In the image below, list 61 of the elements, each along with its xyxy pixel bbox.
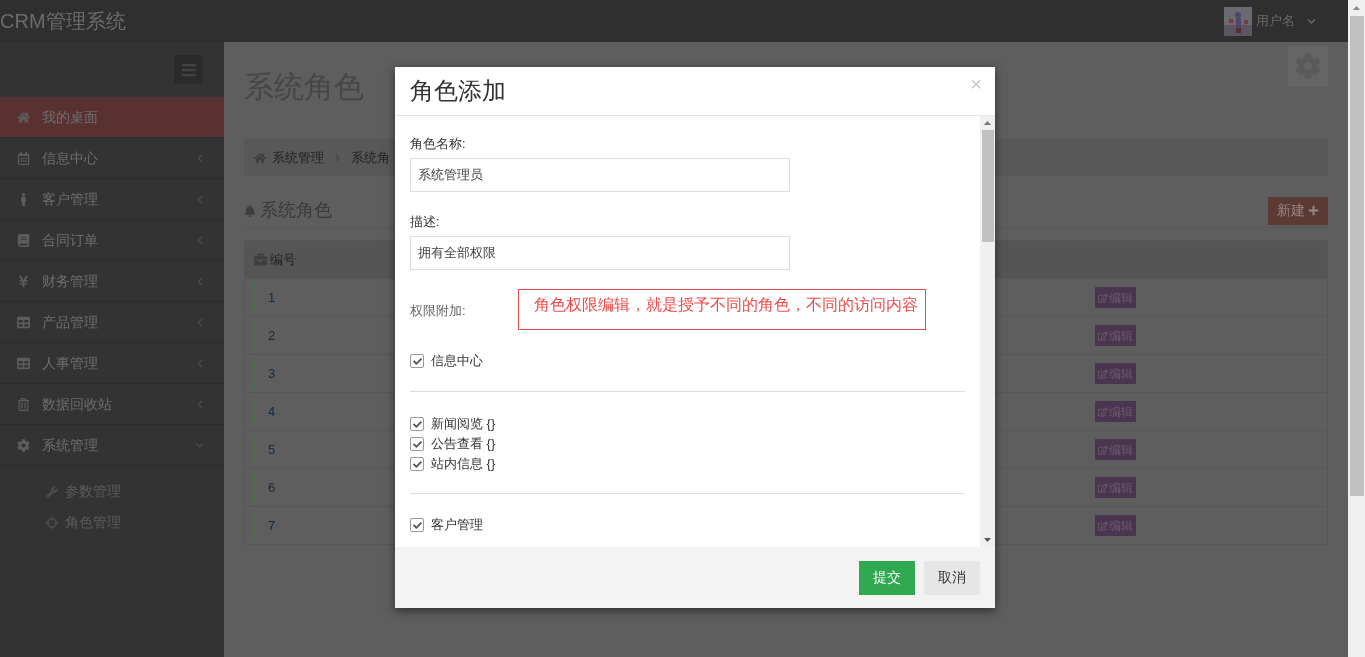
book-icon — [17, 233, 30, 247]
field-label: 描述: — [410, 213, 441, 231]
checkbox-label: 客户管理 — [431, 516, 483, 535]
briefcase-icon — [254, 253, 267, 266]
edit-icon — [1098, 520, 1109, 531]
gear-icon — [17, 438, 30, 452]
menu-icon — [180, 61, 197, 78]
checkbox-label: 公告查看 {} — [431, 435, 496, 454]
table-cell-text: 2 — [268, 326, 276, 345]
brand-title: CRM管理系统 — [0, 9, 126, 34]
checkbox[interactable] — [410, 354, 424, 368]
checkbox[interactable] — [410, 518, 424, 532]
plus-icon — [1308, 205, 1319, 216]
sidebar-item[interactable]: 我的桌面 — [0, 97, 224, 138]
home-icon — [17, 110, 30, 124]
field-label: 权限附加: — [410, 302, 467, 321]
user-menu[interactable]: 用户名 — [1224, 6, 1316, 36]
edit-icon — [1098, 330, 1109, 341]
dialog-title: 角色添加 — [410, 76, 506, 106]
field-label: 角色名称: — [410, 135, 467, 153]
chevron-down-icon — [1307, 16, 1316, 26]
table-cell-text: 5 — [268, 440, 276, 459]
table-cell-text: 7 — [268, 516, 276, 535]
table-cell-text: 4 — [268, 402, 276, 421]
scroll-down-icon[interactable] — [984, 538, 991, 542]
grid-icon — [17, 315, 30, 329]
close-button[interactable]: × — [970, 74, 982, 94]
edit-icon — [1098, 482, 1109, 493]
grid-icon — [17, 356, 30, 370]
bell-icon — [244, 204, 256, 217]
edit-icon — [1098, 368, 1109, 379]
input-field[interactable]: 系统管理员 — [410, 158, 790, 192]
table-cell-text: 3 — [268, 364, 276, 383]
checkbox-label: 站内信息 {} — [431, 455, 496, 474]
wrench-icon — [46, 485, 58, 498]
checkbox[interactable] — [410, 457, 424, 471]
new-button[interactable]: 新建 — [1268, 196, 1328, 225]
checkbox[interactable] — [410, 417, 424, 431]
trash-icon — [17, 397, 30, 411]
home-icon — [254, 151, 266, 164]
scrollbar-thumb[interactable] — [1349, 16, 1364, 496]
edit-icon — [1098, 444, 1109, 455]
menu-toggle-button[interactable] — [174, 55, 203, 84]
calendar-icon — [17, 151, 30, 165]
edit-icon — [1098, 406, 1109, 417]
checkbox-label: 信息中心 — [431, 352, 483, 371]
annotation-box: 角色权限编辑，就是授予不同的角色，不同的访问内容 — [518, 288, 926, 330]
submit-button[interactable]: 提交 — [859, 560, 915, 595]
cancel-button[interactable]: 取消 — [924, 560, 980, 595]
table-cell-text: 1 — [268, 288, 276, 307]
edit-icon — [1098, 292, 1109, 303]
sidebar-item[interactable]: 信息中心 — [0, 138, 224, 179]
scrollbar-thumb[interactable] — [981, 130, 994, 242]
yen-icon — [17, 274, 30, 288]
table-cell-text: 6 — [268, 478, 276, 497]
input-field[interactable]: 拥有全部权限 — [410, 236, 790, 270]
scroll-up-icon[interactable] — [1353, 6, 1360, 10]
scroll-up-icon[interactable] — [984, 121, 991, 125]
crosshair-icon — [46, 516, 58, 529]
checkbox-label: 新闻阅览 {} — [431, 415, 496, 434]
checkbox[interactable] — [410, 437, 424, 451]
